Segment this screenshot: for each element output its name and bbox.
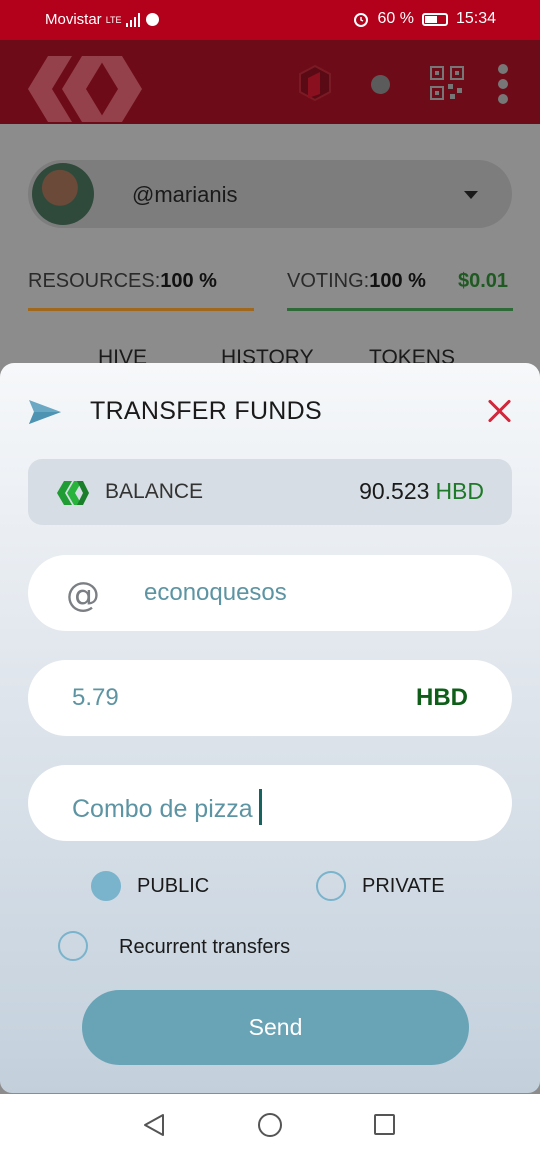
at-icon: @: [66, 575, 100, 615]
status-right: 60 % 15:34: [353, 10, 496, 28]
send-icon: [29, 400, 61, 424]
status-left: Movistar LTE: [45, 11, 159, 28]
balance-currency: HBD: [435, 478, 484, 504]
home-icon[interactable]: [258, 1113, 282, 1137]
send-button[interactable]: Send: [82, 990, 469, 1065]
connection-status-icon: [371, 75, 390, 94]
resources-label: RESOURCES:: [28, 270, 161, 292]
balance-box: BALANCE 90.523 HBD: [28, 459, 512, 525]
memo-wrapper: Combo de pizza: [72, 789, 262, 825]
amount-field[interactable]: 5.79 HBD: [28, 660, 512, 736]
private-radio[interactable]: [316, 871, 346, 901]
voting-label: VOTING:: [287, 270, 370, 292]
battery-icon: [421, 12, 448, 26]
chevron-down-icon: [464, 191, 478, 199]
hive-icon: [57, 481, 89, 505]
amount-value: 5.79: [72, 684, 119, 711]
more-menu-icon[interactable]: [496, 64, 510, 104]
recipient-field[interactable]: @ econoquesos: [28, 555, 512, 631]
carrier-name: Movistar: [45, 11, 102, 28]
resources-bar: [28, 308, 254, 311]
close-icon[interactable]: [486, 397, 514, 425]
memo-field[interactable]: Combo de pizza: [28, 765, 512, 841]
alarm-icon: [354, 13, 369, 27]
battery-percent: 60 %: [377, 10, 414, 27]
system-nav-bar: [0, 1094, 540, 1156]
voting-bar: [287, 308, 513, 311]
transfer-funds-sheet: TRANSFER FUNDS BALANCE 90.523 HBD @ econo…: [0, 363, 540, 1093]
account-selector[interactable]: @marianis: [28, 160, 512, 228]
avatar: [32, 163, 94, 225]
resources-meter: RESOURCES:100 %: [28, 270, 217, 293]
recents-icon[interactable]: [374, 1114, 395, 1135]
balance-value: 90.523: [359, 478, 430, 504]
amount-currency-selector[interactable]: HBD: [416, 684, 468, 712]
network-type: LTE: [105, 14, 122, 25]
qr-code-icon[interactable]: [430, 66, 464, 100]
public-label[interactable]: PUBLIC: [137, 875, 209, 898]
account-name: @marianis: [132, 182, 238, 207]
signal-icon: [125, 12, 140, 27]
voting-value: 100 %: [369, 270, 426, 292]
back-icon[interactable]: [143, 1113, 165, 1137]
public-radio[interactable]: [91, 871, 121, 901]
hive-logo-icon: [28, 56, 142, 122]
balance-label: BALANCE: [105, 480, 204, 503]
text-cursor: [258, 789, 262, 825]
keychain-logo-icon[interactable]: [298, 64, 332, 102]
balance-amount: 90.523 HBD: [359, 478, 484, 505]
resources-value: 100 %: [160, 270, 217, 292]
recurrent-transfers-label[interactable]: Recurrent transfers: [119, 936, 290, 959]
recurrent-transfers-toggle[interactable]: [58, 931, 88, 961]
private-label[interactable]: PRIVATE: [362, 875, 445, 898]
memo-value: Combo de pizza: [72, 795, 253, 823]
recipient-value: econoquesos: [144, 579, 287, 606]
clock: 15:34: [455, 10, 496, 27]
status-bar: Movistar LTE 60 % 15:34: [0, 0, 540, 40]
voting-meter: VOTING:100 %: [287, 270, 426, 293]
vote-value: $0.01: [458, 270, 509, 292]
messenger-icon: [145, 13, 159, 26]
sheet-title: TRANSFER FUNDS: [90, 397, 322, 425]
app-header: [0, 40, 540, 124]
